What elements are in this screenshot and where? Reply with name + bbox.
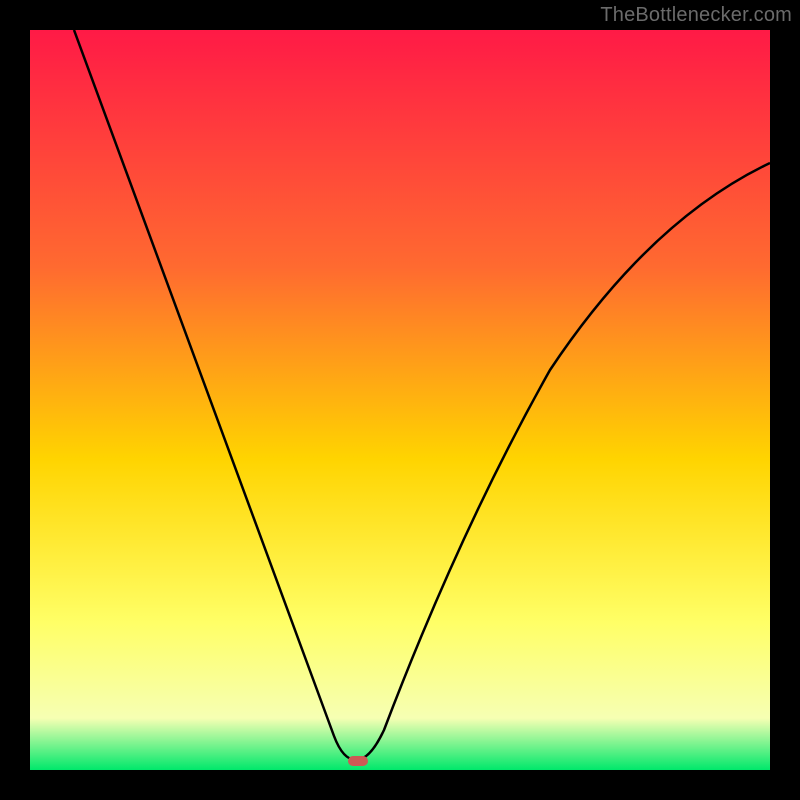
min-marker xyxy=(348,756,368,766)
watermark-text: TheBottlenecker.com xyxy=(600,4,792,27)
chart-frame: TheBottlenecker.com xyxy=(0,0,800,800)
plot-area xyxy=(30,30,770,770)
chart-svg xyxy=(30,30,770,770)
gradient-background xyxy=(30,30,770,770)
